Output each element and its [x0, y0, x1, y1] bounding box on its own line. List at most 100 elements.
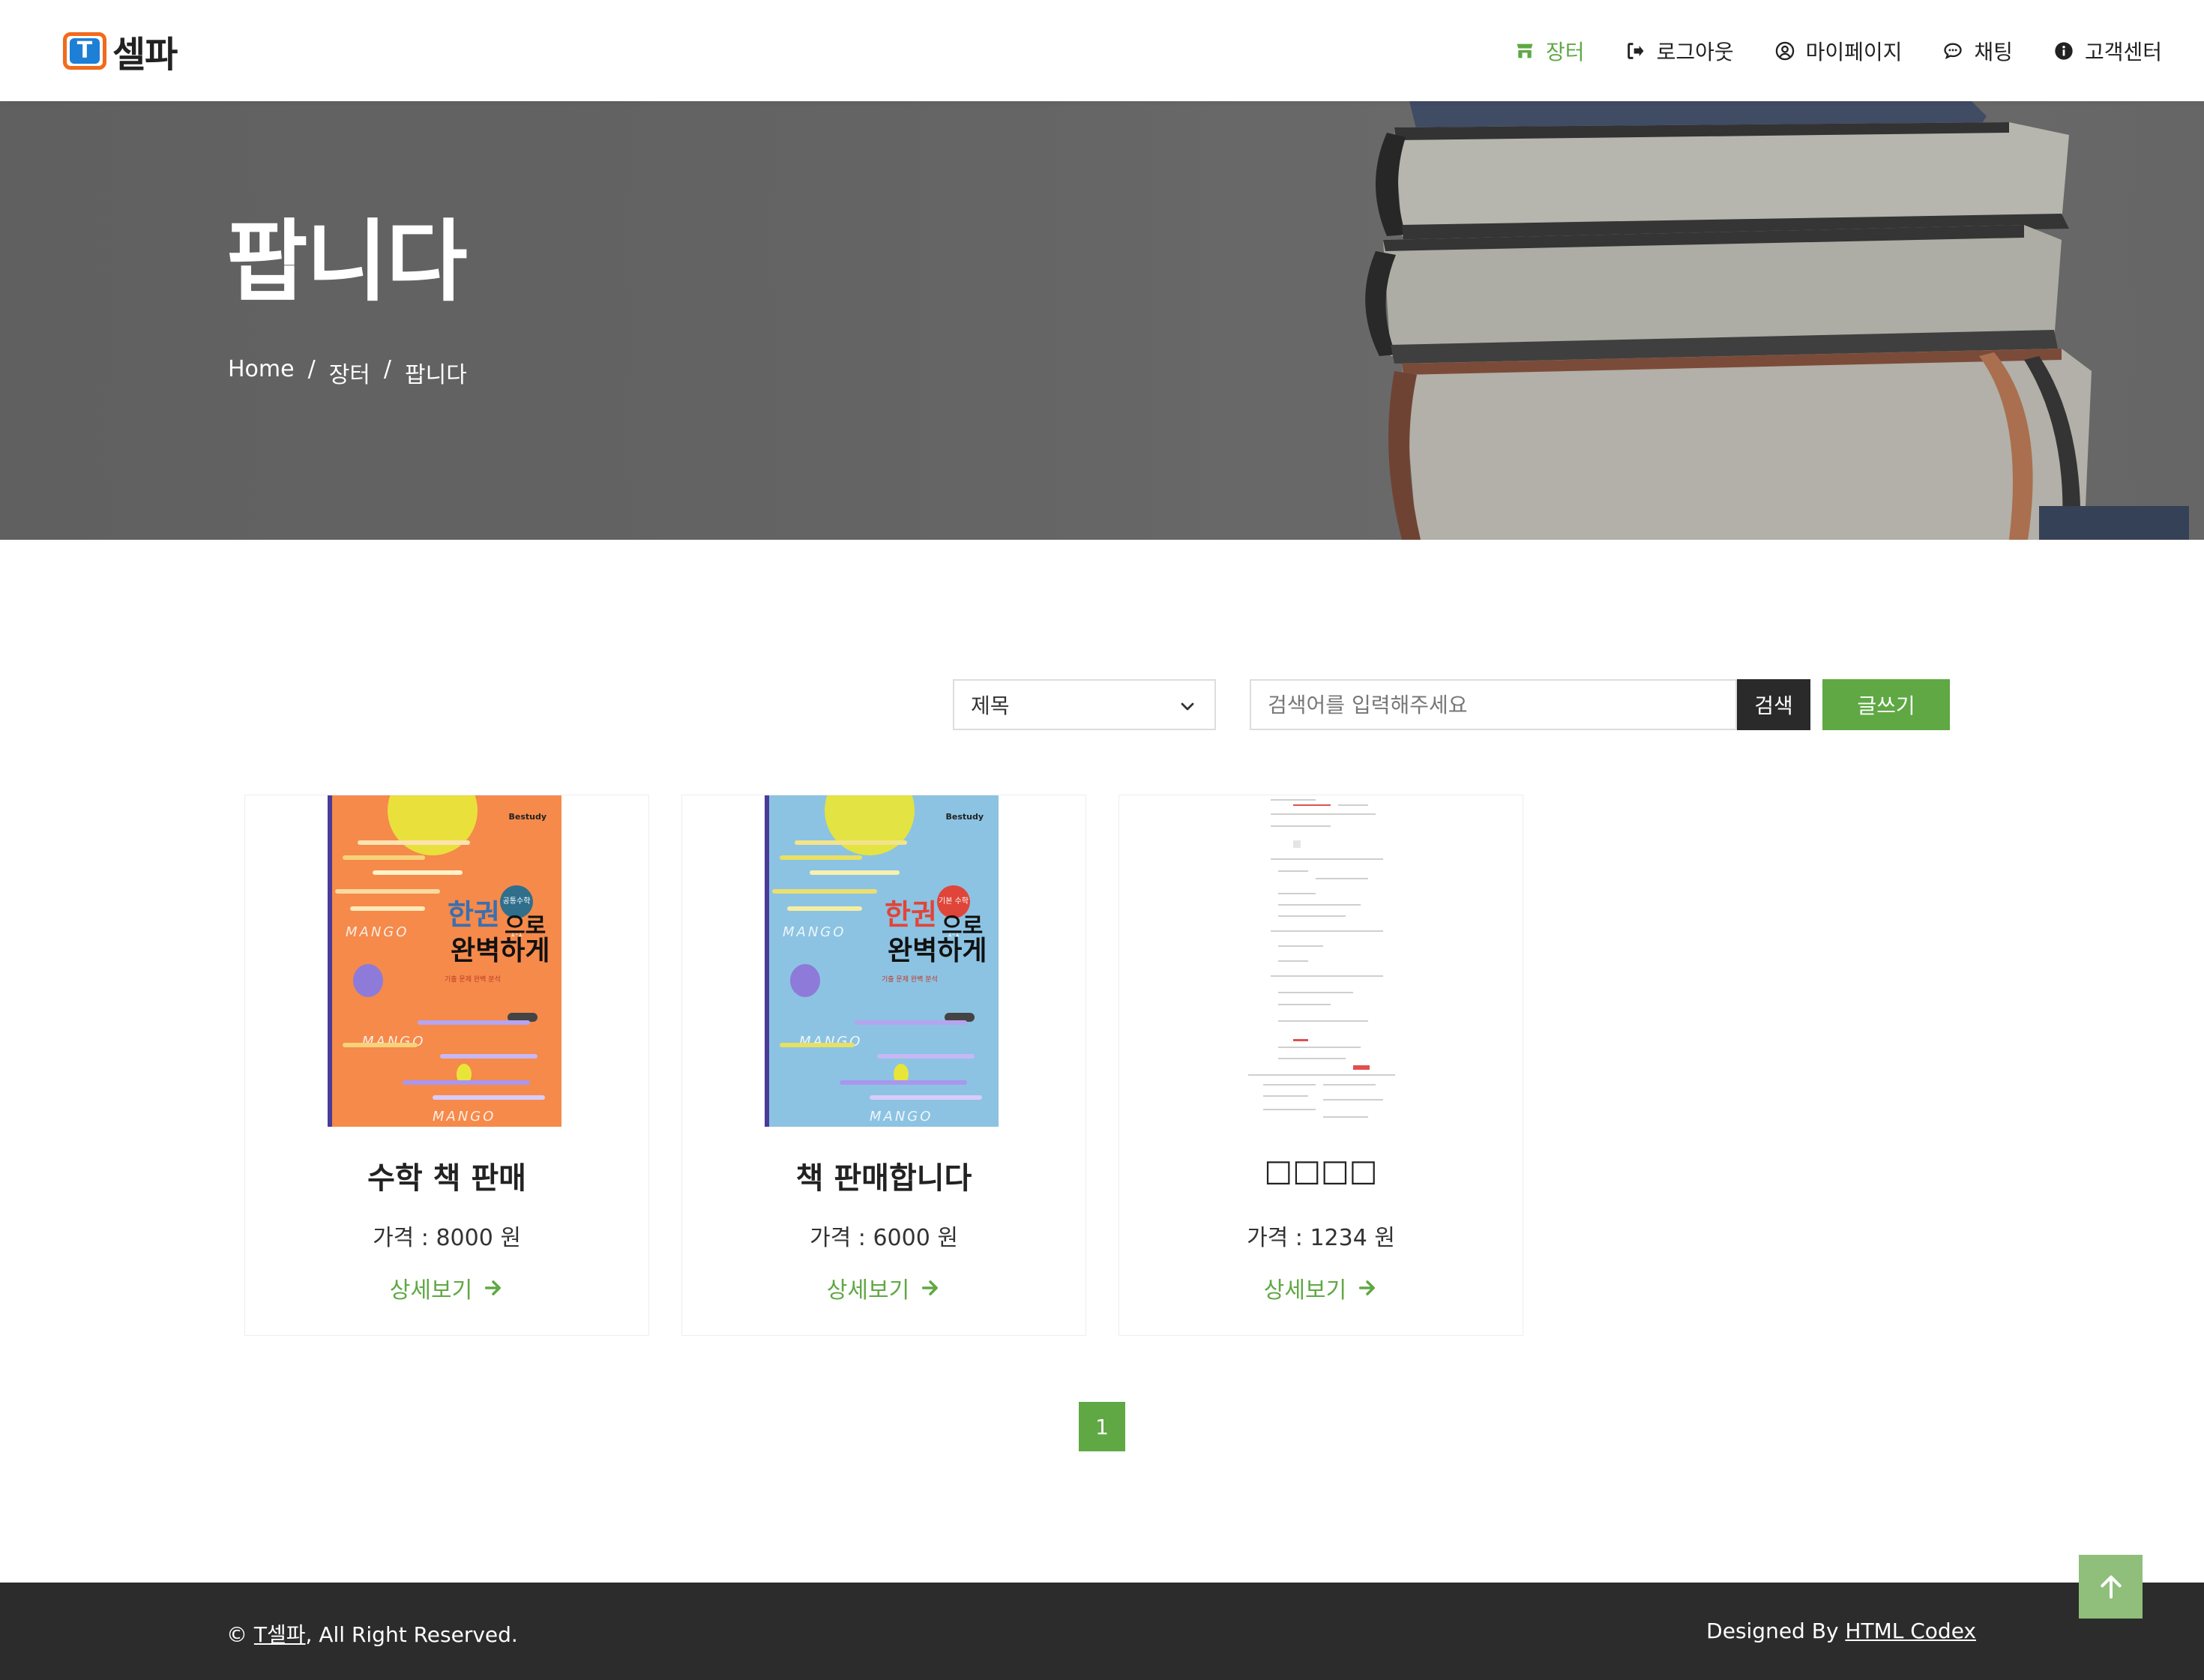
cover-stripe [840, 1080, 967, 1085]
product-title[interactable]: □□□□ [1119, 1154, 1523, 1188]
thumb-line [1278, 915, 1346, 917]
cover-stripe [343, 1043, 418, 1047]
nav-item-label: 장터 [1546, 39, 1585, 64]
product-card[interactable]: Bestudy 공통수학 1-1 한권 으로 완벽하게 기출 문제 완벽 분석 … [244, 795, 649, 1336]
cover-sun-shape [388, 795, 478, 855]
search-field-select[interactable]: 제목 [953, 679, 1216, 730]
cover-stripe [780, 1043, 855, 1047]
book-cover-orange: Bestudy 공통수학 1-1 한권 으로 완벽하게 기출 문제 완벽 분석 … [328, 795, 561, 1127]
cover-stripe [433, 1095, 545, 1100]
cover-title-line1b: 으로 [505, 913, 547, 939]
product-detail-link[interactable]: 상세보기 [682, 1271, 1086, 1304]
copyright-text: , All Right Reserved. [305, 1622, 518, 1647]
cover-brand: Bestudy [945, 812, 984, 822]
write-post-button[interactable]: 글쓰기 [1822, 679, 1950, 730]
thumb-line [1271, 799, 1316, 801]
nav-item-label: 채팅 [1974, 39, 2013, 64]
product-image[interactable]: Bestudy 공통수학 1-1 한권 으로 완벽하게 기출 문제 완벽 분석 … [328, 795, 561, 1127]
cover-title-line2: 완벽하게 [888, 936, 987, 966]
thumb-line [1263, 1095, 1308, 1097]
arrow-right-icon [1359, 1280, 1376, 1295]
arrow-right-icon [922, 1280, 939, 1295]
user-circle-icon [1775, 41, 1794, 60]
cover-stripe [373, 870, 463, 875]
brand-logo-icon: T [63, 32, 106, 70]
cover-stripe [358, 840, 470, 845]
product-price: 가격 : 8000 원 [373, 1225, 521, 1251]
product-title[interactable]: 수학 책 판매 [245, 1154, 648, 1197]
footer-copyright: © T셀파, All Right Reserved. [226, 1619, 518, 1649]
product-card[interactable]: Bestudy 기본 수학 1-1 한권 으로 완벽하게 기출 문제 완벽 분석… [681, 795, 1086, 1336]
cover-stripe [335, 889, 440, 894]
thumb-line [1316, 878, 1368, 879]
cover-spine [765, 795, 769, 1127]
info-icon [2055, 41, 2073, 60]
copyright-symbol: © [226, 1622, 247, 1647]
brand[interactable]: T 셀파 [63, 21, 178, 81]
thumb-line [1271, 813, 1376, 815]
copyright-link[interactable]: T셀파 [254, 1622, 306, 1647]
book-cover-blue: Bestudy 기본 수학 1-1 한권 으로 완벽하게 기출 문제 완벽 분석… [765, 795, 999, 1127]
thumb-line [1263, 1084, 1316, 1086]
product-detail-label: 상세보기 [389, 1277, 473, 1304]
cover-stripe [877, 1054, 975, 1059]
cover-title-line2: 완벽하게 [451, 936, 550, 966]
cover-subtitle: 기출 문제 완벽 분석 [882, 976, 938, 984]
thumb-line [1278, 870, 1308, 872]
chat-icon [1944, 42, 1963, 59]
thumb-line [1293, 804, 1331, 806]
cover-stripe [350, 906, 425, 911]
arrow-right-icon [485, 1280, 502, 1295]
search-field-value: 제목 [971, 693, 1010, 718]
cover-stripe [440, 1054, 538, 1059]
cover-subtitle: 기출 문제 완벽 분석 [445, 976, 501, 984]
pagination-page-1[interactable]: 1 [1079, 1402, 1125, 1451]
thumb-line [1338, 804, 1368, 806]
thumb-line [1278, 1020, 1368, 1022]
search-button[interactable]: 검색 [1737, 679, 1810, 730]
thumb-line [1278, 1004, 1331, 1005]
designer-link[interactable]: HTML Codex [1845, 1619, 1976, 1643]
product-price: 가격 : 6000 원 [810, 1225, 958, 1251]
nav-item-logout[interactable]: 로그아웃 [1625, 36, 1734, 66]
breadcrumb-home[interactable]: Home [228, 356, 295, 389]
product-price: 가격 : 1234 원 [1247, 1225, 1395, 1251]
product-image[interactable] [1248, 795, 1395, 1127]
nav-item-mypage[interactable]: 마이페이지 [1774, 36, 1902, 66]
cover-stripe [418, 1020, 530, 1025]
nav-item-chat[interactable]: 채팅 [1942, 36, 2013, 66]
product-detail-link[interactable]: 상세보기 [1119, 1271, 1523, 1304]
cover-brand: Bestudy [508, 812, 547, 822]
product-detail-link[interactable]: 상세보기 [245, 1271, 648, 1304]
breadcrumb-current: 팝니다 [405, 362, 467, 388]
cover-blob-shape [790, 964, 820, 997]
thumb-line [1278, 945, 1323, 947]
cover-stripe [772, 889, 877, 894]
breadcrumb-separator: / [307, 356, 316, 382]
store-icon [1517, 43, 1533, 58]
thumb-line [1323, 1084, 1376, 1086]
cover-spine [328, 795, 332, 1127]
product-card[interactable]: □□□□ 가격 : 1234 원 상세보기 [1118, 795, 1523, 1336]
cover-stripe [403, 1080, 530, 1085]
product-image[interactable]: Bestudy 기본 수학 1-1 한권 으로 완벽하게 기출 문제 완벽 분석… [765, 795, 999, 1127]
search-input[interactable] [1250, 679, 1737, 730]
product-detail-label: 상세보기 [1263, 1277, 1347, 1304]
arrow-up-icon [2100, 1575, 2122, 1598]
nav-item-support[interactable]: 고객센터 [2053, 36, 2162, 66]
thumb-line [1278, 904, 1361, 906]
cover-title-line1: 한권 [885, 898, 937, 931]
nav-item-market[interactable]: 장터 [1514, 36, 1585, 66]
product-title[interactable]: 책 판매합니다 [682, 1154, 1086, 1197]
footer: © T셀파, All Right Reserved. Designed By H… [0, 1583, 2204, 1680]
cover-stripe [855, 1020, 967, 1025]
nav-item-label: 고객센터 [2084, 39, 2162, 64]
hero-overlay [0, 101, 2204, 540]
back-to-top-button[interactable] [2079, 1555, 2143, 1619]
page-title: 팝니다 [226, 210, 468, 313]
breadcrumb-market[interactable]: 장터 [329, 356, 370, 389]
navbar: T 셀파 장터 로그아웃 마이페이지 채팅 고객센터 [0, 0, 2204, 101]
thumb-line [1293, 840, 1301, 848]
screenshot-thumbnail [1248, 795, 1395, 1127]
thumb-line [1278, 1047, 1361, 1048]
